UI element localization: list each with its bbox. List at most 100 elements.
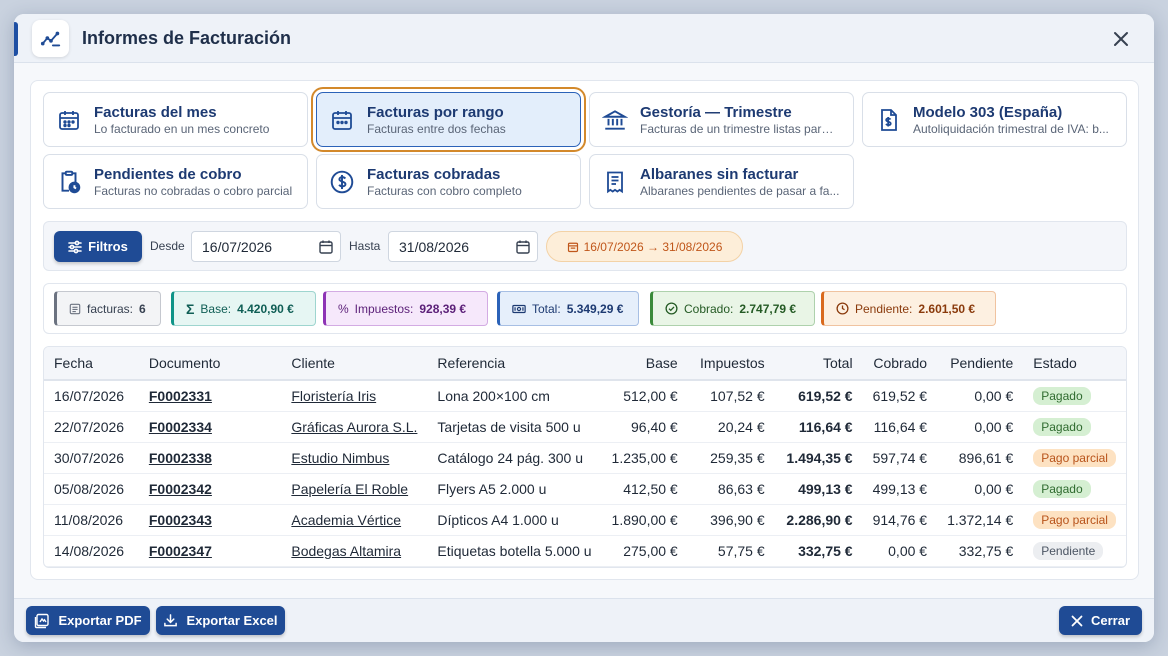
table-row[interactable]: 22/07/2026 F0002334 Gráficas Aurora S.L. Ta… [44, 411, 1126, 442]
report-card-text: Facturas por rango Facturas entre dos fec… [367, 104, 567, 136]
report-card-4[interactable]: Modelo 303 (España) Autoliquidación trime… [862, 92, 1127, 147]
report-card-subtitle: Autoliquidación trimestral de IVA: b... [913, 121, 1109, 136]
document-link[interactable]: F0002343 [149, 512, 212, 528]
total-value: 332,75 € [798, 542, 853, 559]
document-link[interactable]: F0002338 [149, 450, 212, 466]
report-card-subtitle: Facturas entre dos fechas [367, 121, 506, 136]
cell-referencia: Lona 200×100 cm [437, 387, 550, 404]
summary-label: Base: [200, 301, 232, 316]
cell-cliente: Gráficas Aurora S.L. [281, 411, 427, 442]
summary-value: 928,39 € [419, 301, 467, 316]
list-icon [69, 303, 81, 315]
client-link[interactable]: Papelería El Roble [291, 481, 408, 497]
report-card-title: Facturas cobradas [367, 165, 501, 183]
document-link[interactable]: F0002331 [149, 388, 212, 404]
status-badge: Pagado [1033, 417, 1091, 436]
export-pdf-label: Exportar PDF [58, 613, 142, 628]
report-card-6[interactable]: Facturas cobradas Facturas con cobro comp… [316, 154, 581, 209]
cell-impuestos: 20,24 € [717, 418, 765, 435]
report-card-title: Albaranes sin facturar [640, 165, 799, 183]
cell-estado: Pagado [1023, 411, 1126, 442]
column-header[interactable]: Impuestos [688, 347, 775, 380]
column-header[interactable]: Documento [139, 347, 282, 380]
cell-fecha: 30/07/2026 [54, 449, 125, 466]
cell-base: 275,00 € [623, 542, 678, 559]
cell-estado: Pagado [1023, 380, 1126, 411]
cell-referencia: Etiquetas botella 5.000 u [437, 542, 592, 559]
cell-estado: Pago parcial [1023, 504, 1126, 535]
summary-bar: facturas: 6 Σ Base: 4.420,90 €% Impuestos: 928… [43, 283, 1127, 334]
export-excel-label: Exportar Excel [186, 613, 278, 628]
calendar-icon[interactable] [318, 239, 334, 255]
sliders-icon [68, 240, 82, 253]
report-card-title: Modelo 303 (España) [913, 103, 1063, 121]
table-row[interactable]: 11/08/2026 F0002343 Academia Vértice Díptic… [44, 504, 1126, 535]
report-card-3[interactable]: Gestoría — Trimestre Facturas de un trime… [589, 92, 854, 147]
total-value: 1.494,35 € [786, 449, 853, 466]
cell-referencia: Flyers A5 2.000 u [437, 480, 547, 497]
calendar-icon[interactable] [515, 239, 531, 255]
cell-base: 96,40 € [631, 418, 678, 435]
cell-pendiente: 1.372,14 € [947, 511, 1014, 528]
report-card-2[interactable]: Facturas por rango Facturas entre dos fec… [316, 92, 581, 147]
date-range-text: 16/07/2026 → 31/08/2026 [583, 239, 723, 254]
report-card-7[interactable]: Albaranes sin facturar Albaranes pendient… [589, 154, 854, 209]
summary-label: facturas: [87, 301, 134, 316]
cell-cobrado: 0,00 € [888, 542, 928, 559]
to-date-input[interactable]: 31/08/2026 [388, 231, 538, 262]
cell-documento: F0002338 [139, 442, 282, 473]
report-card-subtitle: Albaranes pendientes de pasar a fa... [640, 183, 840, 198]
cell-total: 1.494,35 € [775, 442, 863, 473]
client-link[interactable]: Estudio Nimbus [291, 450, 389, 466]
export-excel-button[interactable]: Exportar Excel [156, 606, 285, 635]
cell-cliente: Estudio Nimbus [281, 442, 427, 473]
cell-base: 1.890,00 € [611, 511, 678, 528]
document-link[interactable]: F0002347 [149, 543, 212, 559]
cell-base: 1.235,00 € [611, 449, 678, 466]
total-value: 619,52 € [798, 387, 853, 404]
table-row[interactable]: 05/08/2026 F0002342 Papelería El Roble Flye… [44, 473, 1126, 504]
summary-label: Impuestos: [354, 301, 414, 316]
client-link[interactable]: Floristería Iris [291, 388, 376, 404]
from-date-input[interactable]: 16/07/2026 [191, 231, 341, 262]
column-header[interactable]: Base [602, 347, 688, 380]
cell-referencia: Tarjetas de visita 500 u [437, 418, 581, 435]
filters-button[interactable]: Filtros [54, 231, 142, 262]
column-header[interactable]: Cobrado [863, 347, 938, 380]
column-header[interactable]: Cliente [281, 347, 427, 380]
report-card-text: Gestoría — Trimestre Facturas de un trime… [640, 104, 840, 136]
report-card-5[interactable]: Pendientes de cobro Facturas no cobradas … [43, 154, 308, 209]
client-link[interactable]: Bodegas Altamira [291, 543, 401, 559]
close-icon[interactable] [1110, 28, 1132, 50]
column-header[interactable]: Pendiente [937, 347, 1023, 380]
report-card-title: Facturas por rango [367, 103, 504, 121]
document-link[interactable]: F0002334 [149, 419, 212, 435]
close-button-label: Cerrar [1090, 613, 1131, 628]
status-badge: Pago parcial [1033, 510, 1116, 529]
cell-impuestos: 86,63 € [717, 480, 765, 497]
table-row[interactable]: 16/07/2026 F0002331 Floristería Iris Lona 2… [44, 380, 1126, 411]
tax-document-icon [875, 107, 901, 133]
table-row[interactable]: 14/08/2026 F0002347 Bodegas Altamira Etique… [44, 535, 1126, 566]
dollar-circle-icon [329, 169, 355, 195]
bank-icon [602, 107, 628, 133]
cell-cliente: Bodegas Altamira [281, 535, 427, 566]
status-badge: Pagado [1033, 479, 1091, 498]
column-header[interactable]: Total [775, 347, 863, 380]
column-header[interactable]: Fecha [44, 347, 139, 380]
client-link[interactable]: Gráficas Aurora S.L. [291, 419, 417, 435]
cell-total: 499,13 € [775, 473, 863, 504]
report-card-1[interactable]: Facturas del mes Lo facturado en un mes c… [43, 92, 308, 147]
calendar-icon [56, 107, 82, 133]
document-link[interactable]: F0002342 [149, 481, 212, 497]
export-pdf-button[interactable]: Exportar PDF [26, 606, 150, 635]
report-card-subtitle: Lo facturado en un mes concreto [94, 121, 270, 136]
close-icon [1071, 615, 1083, 626]
column-header[interactable]: Estado [1023, 347, 1126, 380]
client-link[interactable]: Academia Vértice [291, 512, 401, 528]
summary-label: Cobrado: [684, 301, 734, 316]
close-button[interactable]: Cerrar [1059, 606, 1142, 635]
table-row[interactable]: 30/07/2026 F0002338 Estudio Nimbus Catálogo… [44, 442, 1126, 473]
total-value: 2.286,90 € [786, 511, 853, 528]
column-header[interactable]: Referencia [427, 347, 601, 380]
